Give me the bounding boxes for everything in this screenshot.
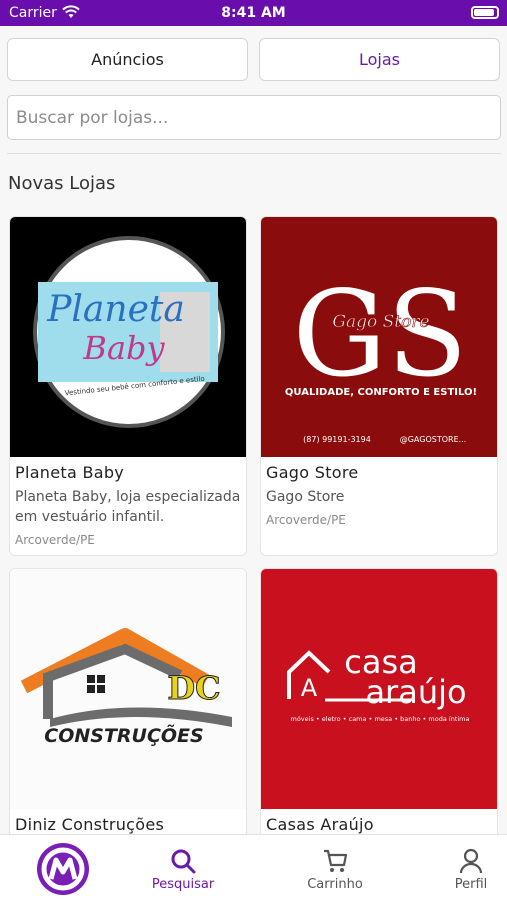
diniz-logo-initials: DC: [167, 669, 220, 707]
search-icon: [171, 849, 196, 874]
store-card-planeta-baby[interactable]: Planeta Baby Vestindo seu bebê com confo…: [9, 216, 247, 556]
search-bar: [7, 95, 501, 140]
battery-icon: [471, 6, 499, 19]
tab-cart[interactable]: Carrinho: [272, 835, 398, 900]
store-logo-diniz-construcoes: DC CONSTRUÇÕES: [10, 569, 246, 809]
search-input[interactable]: [8, 96, 500, 139]
store-name: Casas Araújo: [266, 815, 374, 834]
tab-search[interactable]: Pesquisar: [120, 835, 246, 900]
store-location: Arcoverde/PE: [266, 513, 346, 527]
store-logo-planeta-baby: Planeta Baby Vestindo seu bebê com confo…: [10, 217, 246, 457]
app-logo-icon: [37, 843, 89, 895]
araujo-logo-letter: A: [301, 674, 318, 702]
store-location: Arcoverde/PE: [15, 533, 95, 547]
gago-logo-handle: @GAGOSTORE...: [400, 435, 467, 444]
section-title: Novas Lojas: [8, 173, 116, 194]
store-logo-casas-araujo: A casa araújo móveis • eletro • cama • m…: [261, 569, 497, 809]
store-card-gago-store[interactable]: GS Gago Store QUALIDADE, CONFORTO E ESTI…: [260, 216, 498, 556]
gago-logo-script: Gago Store: [332, 312, 429, 332]
divider: [7, 153, 501, 154]
planeta-logo-line2: Baby: [82, 329, 165, 367]
clock: 8:41 AM: [221, 5, 286, 21]
tab-home[interactable]: [0, 835, 126, 900]
status-bar: Carrier 8:41 AM: [0, 0, 507, 26]
store-name: Diniz Construções: [15, 815, 165, 834]
diniz-logo-wordmark: CONSTRUÇÕES: [44, 723, 203, 747]
store-description: Planeta Baby, loja especializada em vest…: [15, 489, 241, 525]
gago-logo-letters: GS: [292, 265, 467, 403]
tab-profile[interactable]: Perfil: [408, 835, 507, 900]
profile-icon: [459, 848, 483, 874]
tab-search-label: Pesquisar: [151, 877, 215, 892]
store-name: Planeta Baby: [15, 463, 125, 482]
bottom-tab-bar: Pesquisar Carrinho Perfil: [0, 834, 507, 900]
araujo-logo-araujo: araújo: [365, 673, 466, 711]
store-name: Gago Store: [266, 463, 359, 482]
tab-profile-label: Perfil: [454, 877, 488, 892]
store-logo-gago-store: GS Gago Store QUALIDADE, CONFORTO E ESTI…: [261, 217, 497, 457]
tab-ads[interactable]: Anúncios: [7, 38, 248, 81]
store-card-diniz-construcoes[interactable]: DC CONSTRUÇÕES Diniz Construções: [9, 568, 247, 848]
cart-icon: [324, 849, 348, 872]
tab-stores[interactable]: Lojas: [259, 38, 500, 81]
planeta-logo-line1: Planeta: [46, 289, 185, 330]
store-description: Gago Store: [266, 489, 345, 505]
tab-cart-label: Carrinho: [307, 877, 363, 892]
gago-logo-slogan: QUALIDADE, CONFORTO E ESTILO!: [285, 387, 477, 398]
gago-logo-phone: (87) 99191-3194: [303, 435, 371, 444]
araujo-logo-tagline: móveis • eletro • cama • mesa • banho • …: [290, 715, 469, 723]
store-card-casas-araujo[interactable]: A casa araújo móveis • eletro • cama • m…: [260, 568, 498, 848]
